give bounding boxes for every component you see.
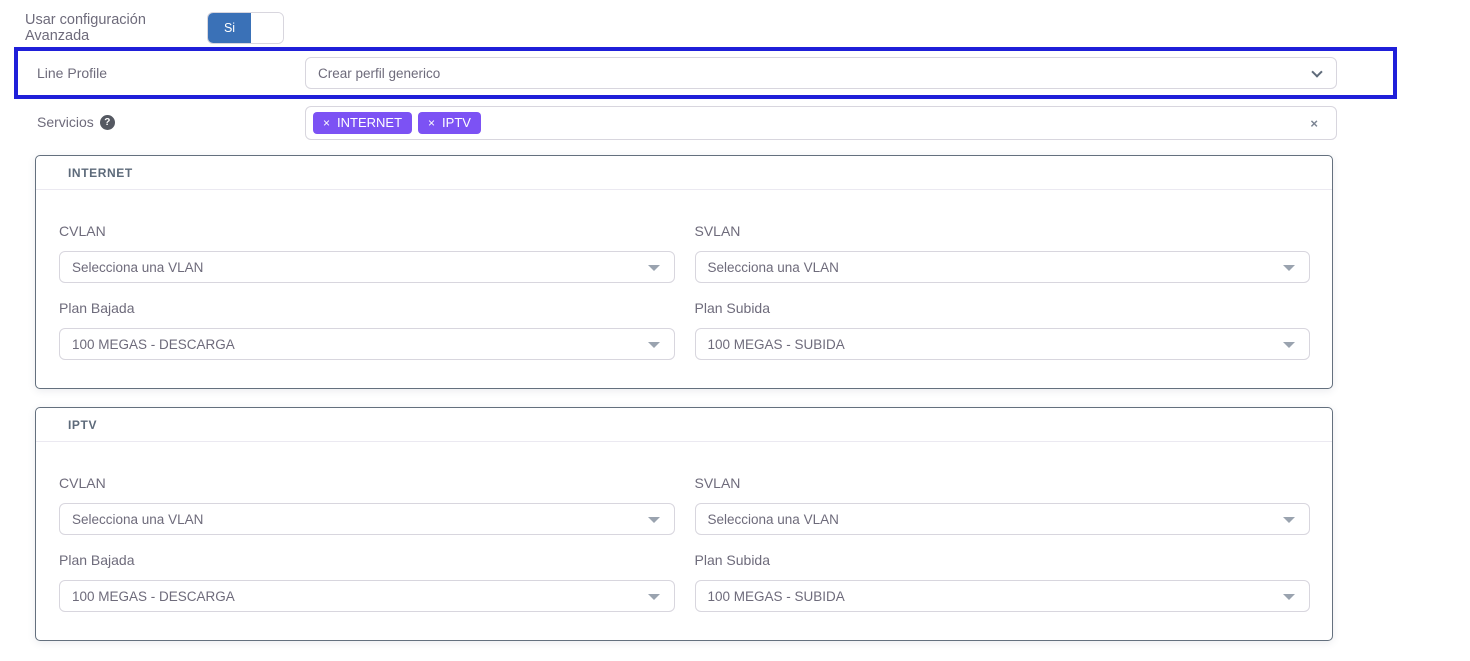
card-title: INTERNET: [36, 156, 1332, 190]
servicios-label-group: Servicios ?: [37, 106, 305, 130]
tag-internet[interactable]: × INTERNET: [313, 112, 412, 134]
advanced-config-toggle[interactable]: Si: [207, 12, 284, 44]
field-group-cvlan: CVLAN Selecciona una VLAN: [59, 223, 675, 283]
help-icon[interactable]: ?: [100, 115, 115, 130]
servicios-multiselect[interactable]: × INTERNET × IPTV ×: [305, 106, 1337, 140]
caret-down-icon: [648, 265, 660, 271]
plan-subida-select[interactable]: 100 MEGAS - SUBIDA: [695, 328, 1311, 360]
service-card-iptv: IPTV CVLAN Selecciona una VLAN SVLAN Sel…: [35, 407, 1333, 641]
caret-down-icon: [1283, 265, 1295, 271]
card-body: CVLAN Selecciona una VLAN SVLAN Seleccio…: [36, 442, 1332, 640]
caret-down-icon: [1283, 594, 1295, 600]
plan-subida-select[interactable]: 100 MEGAS - SUBIDA: [695, 580, 1311, 612]
toggle-on-segment[interactable]: Si: [208, 13, 251, 43]
plan-bajada-label: Plan Bajada: [59, 300, 675, 316]
svlan-select[interactable]: Selecciona una VLAN: [695, 503, 1311, 535]
field-group-svlan: SVLAN Selecciona una VLAN: [695, 223, 1311, 283]
chevron-down-icon: [1311, 66, 1322, 77]
field-group-plan-subida: Plan Subida 100 MEGAS - SUBIDA: [695, 552, 1311, 612]
clear-icon[interactable]: ×: [1310, 116, 1318, 131]
svlan-placeholder: Selecciona una VLAN: [708, 260, 839, 275]
field-group-plan-subida: Plan Subida 100 MEGAS - SUBIDA: [695, 300, 1311, 360]
card-title: IPTV: [36, 408, 1332, 442]
plan-bajada-select[interactable]: 100 MEGAS - DESCARGA: [59, 580, 675, 612]
cvlan-label: CVLAN: [59, 475, 675, 491]
caret-down-icon: [1283, 342, 1295, 348]
tag-label: INTERNET: [337, 115, 402, 131]
card-body: CVLAN Selecciona una VLAN SVLAN Seleccio…: [36, 190, 1332, 388]
line-profile-selected-value: Crear perfil generico: [318, 66, 440, 81]
svlan-placeholder: Selecciona una VLAN: [708, 512, 839, 527]
svlan-label: SVLAN: [695, 475, 1311, 491]
plan-bajada-value: 100 MEGAS - DESCARGA: [72, 589, 235, 604]
tag-label: IPTV: [442, 115, 471, 131]
advanced-config-row: Usar configuración Avanzada Si: [25, 12, 1470, 44]
provisioning-form: Usar configuración Avanzada Si Line Prof…: [0, 12, 1470, 661]
plan-subida-label: Plan Subida: [695, 300, 1311, 316]
field-group-svlan: SVLAN Selecciona una VLAN: [695, 475, 1311, 535]
plan-subida-label: Plan Subida: [695, 552, 1311, 568]
toggle-off-segment[interactable]: [251, 13, 283, 43]
svlan-label: SVLAN: [695, 223, 1311, 239]
caret-down-icon: [1283, 517, 1295, 523]
plan-bajada-select[interactable]: 100 MEGAS - DESCARGA: [59, 328, 675, 360]
remove-tag-icon[interactable]: ×: [428, 116, 435, 131]
cvlan-placeholder: Selecciona una VLAN: [72, 260, 203, 275]
remove-tag-icon[interactable]: ×: [323, 116, 330, 131]
plan-bajada-label: Plan Bajada: [59, 552, 675, 568]
caret-down-icon: [648, 517, 660, 523]
cvlan-label: CVLAN: [59, 223, 675, 239]
advanced-config-label: Usar configuración Avanzada: [25, 12, 207, 44]
line-profile-select[interactable]: Crear perfil generico: [305, 57, 1337, 89]
field-group-cvlan: CVLAN Selecciona una VLAN: [59, 475, 675, 535]
cvlan-select[interactable]: Selecciona una VLAN: [59, 503, 675, 535]
plan-subida-value: 100 MEGAS - SUBIDA: [708, 589, 845, 604]
caret-down-icon: [648, 594, 660, 600]
caret-down-icon: [648, 342, 660, 348]
servicios-label: Servicios: [37, 114, 94, 130]
servicios-row: Servicios ? × INTERNET × IPTV ×: [37, 106, 1470, 140]
cvlan-select[interactable]: Selecciona una VLAN: [59, 251, 675, 283]
line-profile-row-highlight: Line Profile Crear perfil generico: [14, 47, 1397, 99]
svlan-select[interactable]: Selecciona una VLAN: [695, 251, 1311, 283]
line-profile-label: Line Profile: [18, 65, 305, 81]
cvlan-placeholder: Selecciona una VLAN: [72, 512, 203, 527]
plan-bajada-value: 100 MEGAS - DESCARGA: [72, 337, 235, 352]
field-group-plan-bajada: Plan Bajada 100 MEGAS - DESCARGA: [59, 552, 675, 612]
tag-iptv[interactable]: × IPTV: [418, 112, 481, 134]
field-group-plan-bajada: Plan Bajada 100 MEGAS - DESCARGA: [59, 300, 675, 360]
plan-subida-value: 100 MEGAS - SUBIDA: [708, 337, 845, 352]
service-card-internet: INTERNET CVLAN Selecciona una VLAN SVLAN…: [35, 155, 1333, 389]
